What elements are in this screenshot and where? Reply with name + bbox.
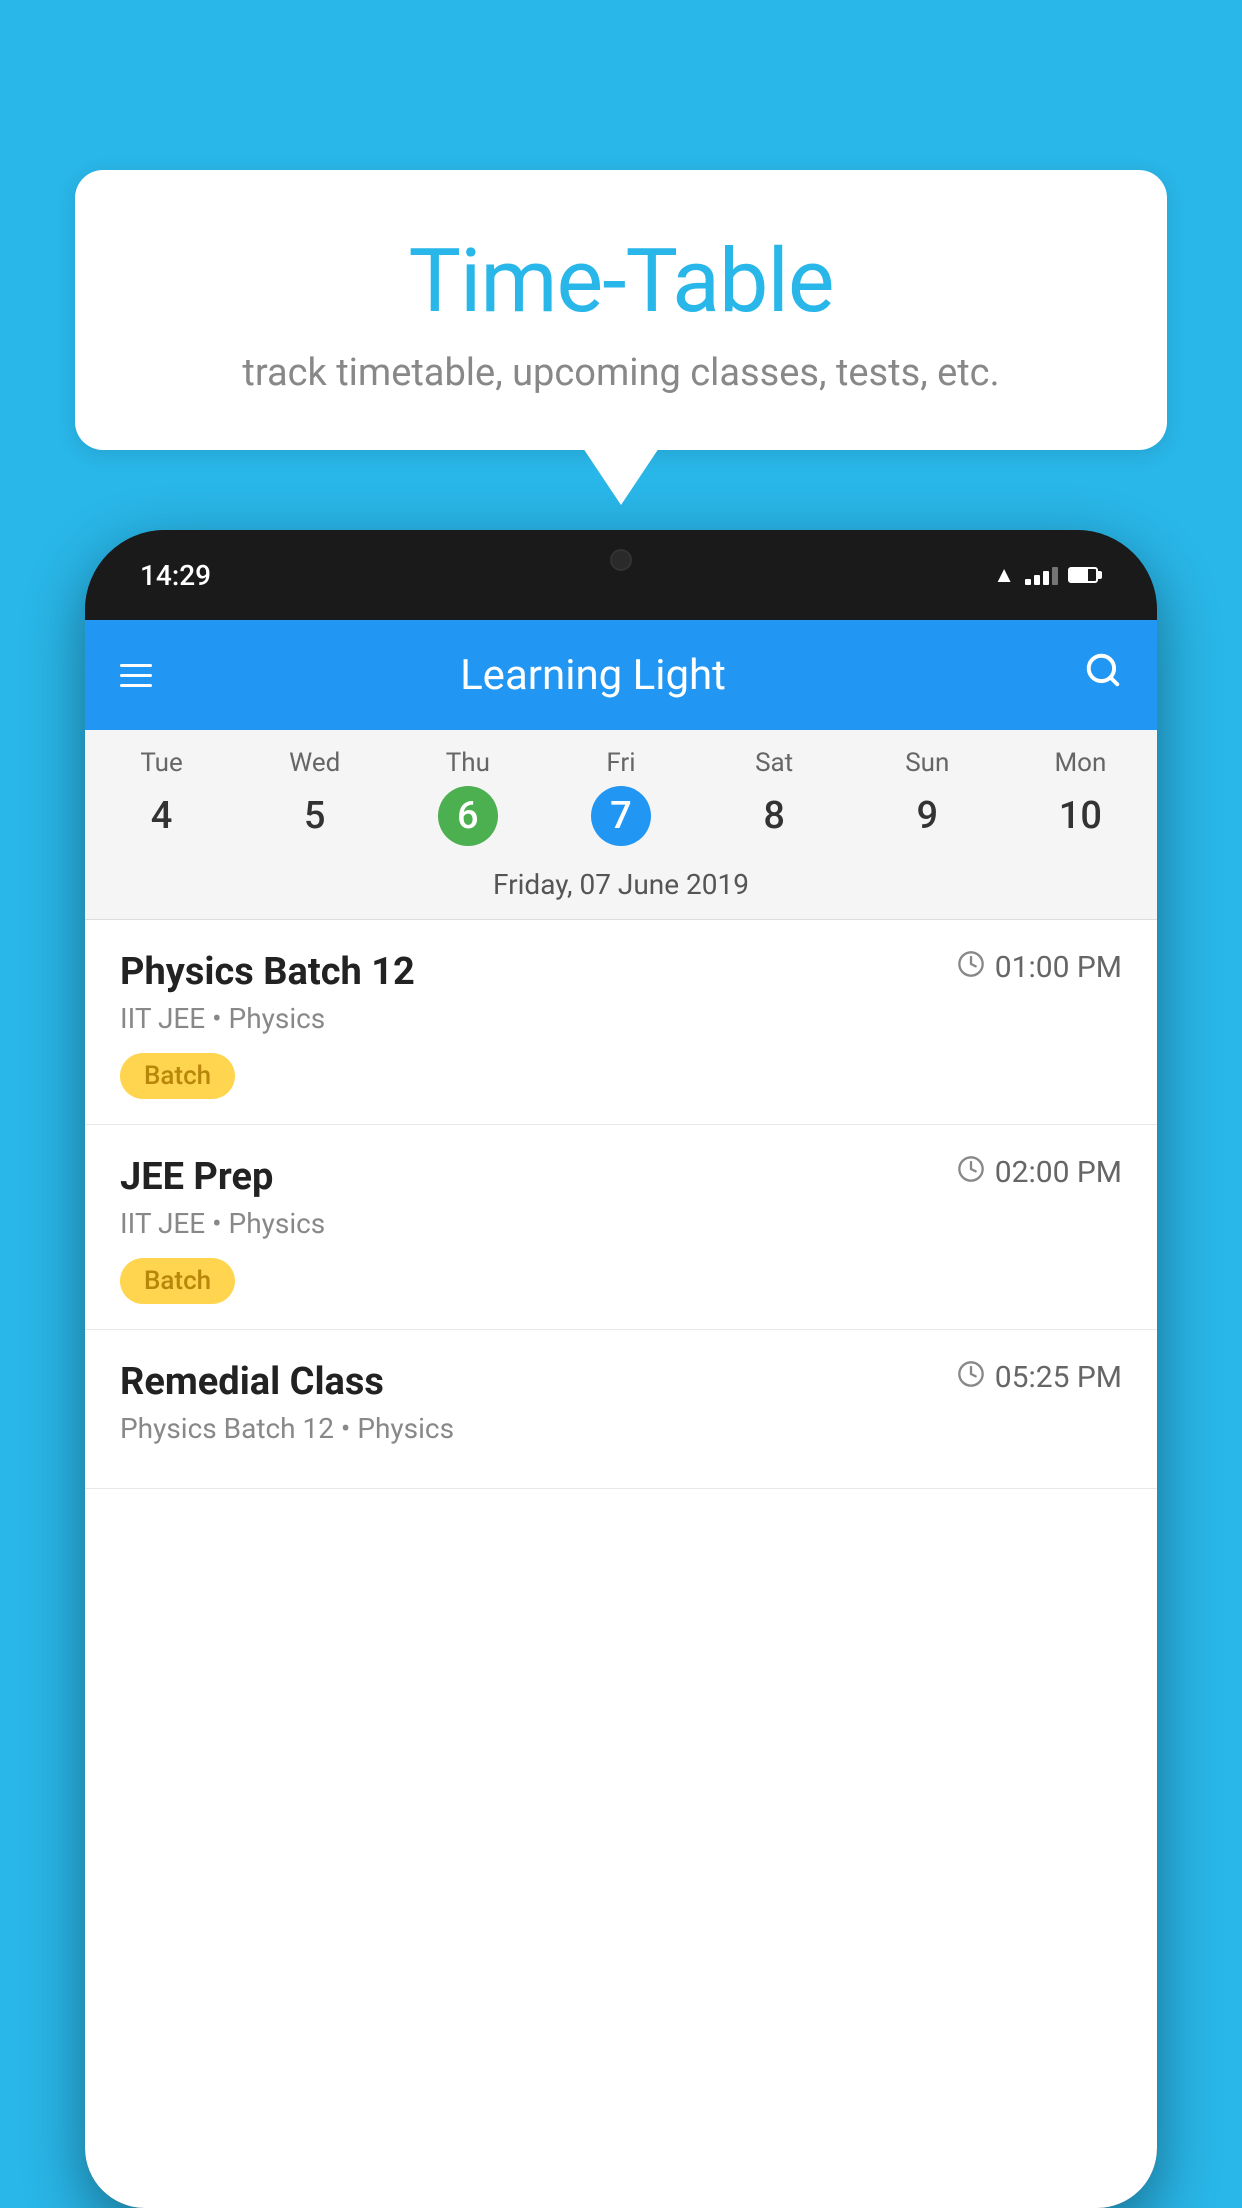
day-number: 8 xyxy=(744,786,804,846)
schedule-item[interactable]: Remedial Class 05:25 PM Physics Batch 12 •… xyxy=(85,1330,1157,1489)
phone-notch xyxy=(541,530,701,590)
schedule-item[interactable]: JEE Prep 02:00 PM IIT JEE • Physics Batch xyxy=(85,1125,1157,1330)
day-col-fri[interactable]: Fri 7 xyxy=(544,748,697,846)
time-text: 02:00 PM xyxy=(995,1155,1122,1190)
day-col-mon[interactable]: Mon 10 xyxy=(1004,748,1157,846)
day-col-wed[interactable]: Wed 5 xyxy=(238,748,391,846)
day-col-sat[interactable]: Sat 8 xyxy=(698,748,851,846)
app-header: Learning Light xyxy=(85,620,1157,730)
day-number: 7 xyxy=(591,786,651,846)
battery-icon xyxy=(1068,567,1102,583)
speech-bubble: Time-Table track timetable, upcoming cla… xyxy=(75,170,1167,450)
time-text: 01:00 PM xyxy=(995,950,1122,985)
week-days: Tue 4 Wed 5 Thu 6 Fri 7 Sat 8 Sun 9 Mon 10 xyxy=(85,730,1157,854)
schedule-item-time: 01:00 PM xyxy=(957,950,1122,985)
schedule-item-title: JEE Prep xyxy=(120,1155,273,1199)
schedule-list: Physics Batch 12 01:00 PM IIT JEE • Physic… xyxy=(85,920,1157,1489)
day-name: Thu xyxy=(446,748,490,778)
schedule-item-time: 05:25 PM xyxy=(957,1360,1122,1395)
calendar-section: Tue 4 Wed 5 Thu 6 Fri 7 Sat 8 Sun 9 Mon 10 Friday, 07… xyxy=(85,730,1157,920)
day-name: Fri xyxy=(606,748,635,778)
status-bar: 14:29 ▲ xyxy=(85,530,1157,620)
day-number: 9 xyxy=(897,786,957,846)
app-title: Learning Light xyxy=(182,651,1004,700)
bubble-subtitle: track timetable, upcoming classes, tests… xyxy=(125,351,1117,395)
clock-icon xyxy=(957,1360,985,1395)
phone-frame: 14:29 ▲ xyxy=(85,530,1157,2208)
search-icon[interactable] xyxy=(1084,651,1122,699)
day-name: Wed xyxy=(289,748,340,778)
schedule-item[interactable]: Physics Batch 12 01:00 PM IIT JEE • Physic… xyxy=(85,920,1157,1125)
status-icons: ▲ xyxy=(993,562,1102,588)
schedule-item-subtitle: IIT JEE • Physics xyxy=(120,1207,1122,1240)
day-col-thu[interactable]: Thu 6 xyxy=(391,748,544,846)
date-label: Friday, 07 June 2019 xyxy=(85,854,1157,920)
menu-button[interactable] xyxy=(120,664,152,687)
day-name: Sat xyxy=(755,748,793,778)
wifi-icon: ▲ xyxy=(993,562,1015,588)
day-number: 6 xyxy=(438,786,498,846)
batch-badge: Batch xyxy=(120,1053,235,1099)
day-name: Sun xyxy=(905,748,949,778)
day-number: 10 xyxy=(1050,786,1110,846)
camera xyxy=(610,549,632,571)
schedule-item-subtitle: Physics Batch 12 • Physics xyxy=(120,1412,1122,1445)
schedule-item-subtitle: IIT JEE • Physics xyxy=(120,1002,1122,1035)
day-col-tue[interactable]: Tue 4 xyxy=(85,748,238,846)
batch-badge: Batch xyxy=(120,1258,235,1304)
clock-icon xyxy=(957,1155,985,1190)
time-text: 05:25 PM xyxy=(995,1360,1122,1395)
signal-icon xyxy=(1025,565,1058,585)
schedule-item-time: 02:00 PM xyxy=(957,1155,1122,1190)
day-number: 5 xyxy=(285,786,345,846)
bubble-title: Time-Table xyxy=(125,230,1117,333)
day-number: 4 xyxy=(132,786,192,846)
day-name: Mon xyxy=(1054,748,1106,778)
schedule-item-header: Remedial Class 05:25 PM xyxy=(120,1360,1122,1404)
schedule-item-title: Physics Batch 12 xyxy=(120,950,415,994)
phone-content: Learning Light Tue4Wed5Thu6Fri7Sat8Sun9M… xyxy=(85,620,1157,2208)
day-col-sun[interactable]: Sun 9 xyxy=(851,748,1004,846)
schedule-item-header: JEE Prep 02:00 PM xyxy=(120,1155,1122,1199)
day-name: Tue xyxy=(140,748,182,778)
status-time: 14:29 xyxy=(140,559,211,592)
schedule-item-header: Physics Batch 12 01:00 PM xyxy=(120,950,1122,994)
clock-icon xyxy=(957,950,985,985)
schedule-item-title: Remedial Class xyxy=(120,1360,384,1404)
